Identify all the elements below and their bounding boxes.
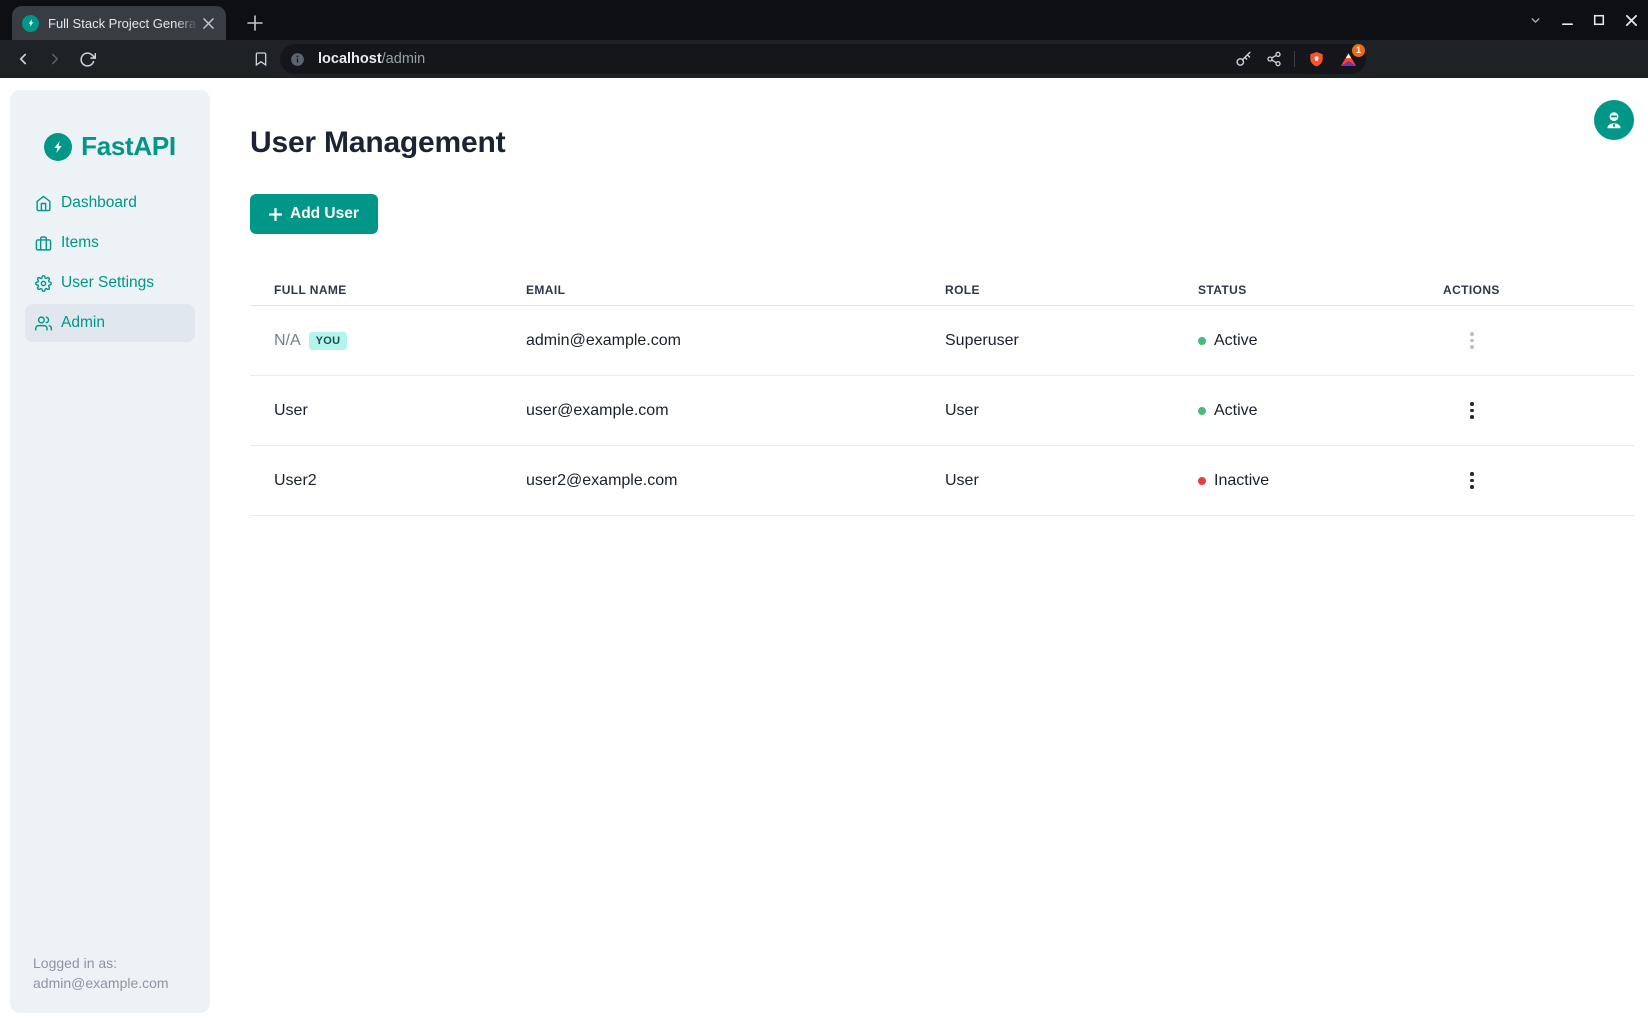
table-row: User2 user2@example.com User Inactive — [250, 446, 1634, 516]
fastapi-favicon-icon — [22, 15, 39, 32]
logged-in-info: Logged in as: admin@example.com — [33, 953, 169, 993]
you-badge: YOU — [309, 332, 348, 350]
row-actions-menu-icon[interactable] — [1463, 470, 1481, 492]
tab-close-icon[interactable] — [198, 13, 218, 33]
col-full-name: FULL NAME — [274, 283, 526, 297]
logged-in-email: admin@example.com — [33, 973, 169, 993]
maximize-icon[interactable] — [1584, 5, 1614, 35]
status-dot — [1198, 337, 1206, 345]
sidebar-item-user-settings[interactable]: User Settings — [25, 264, 195, 302]
user-role: User — [945, 472, 1198, 490]
user-role: User — [945, 402, 1198, 420]
user-email: user2@example.com — [526, 472, 945, 490]
brave-shield-icon[interactable] — [1307, 50, 1326, 69]
gear-icon — [35, 275, 52, 292]
row-actions-menu-icon[interactable] — [1463, 330, 1481, 352]
sidebar-item-label: Dashboard — [61, 194, 137, 212]
window-controls — [1520, 0, 1646, 40]
user-role: Superuser — [945, 332, 1198, 350]
col-role: ROLE — [945, 283, 1198, 297]
table-row: N/A YOU admin@example.com Superuser Acti… — [250, 306, 1634, 376]
tab-search-icon[interactable] — [1520, 5, 1550, 35]
page-title: User Management — [250, 126, 1634, 160]
user-astronaut-icon — [1603, 109, 1625, 131]
table-row: User user@example.com User Active — [250, 376, 1634, 446]
add-user-button[interactable]: Add User — [250, 194, 378, 234]
col-actions: ACTIONS — [1443, 283, 1610, 297]
password-key-icon[interactable] — [1235, 51, 1252, 68]
sidebar-item-dashboard[interactable]: Dashboard — [25, 184, 195, 222]
sidebar-item-admin[interactable]: Admin — [25, 304, 195, 342]
rewards-badge: 1 — [1352, 44, 1365, 57]
bookmark-icon[interactable] — [246, 44, 276, 74]
plus-icon — [269, 208, 282, 221]
url-bar[interactable]: localhost/admin 1 — [280, 44, 1366, 74]
sidebar: FastAPI Dashboard Items User Settings — [10, 90, 210, 1013]
logo-text: FastAPI — [81, 131, 176, 162]
col-email: EMAIL — [526, 283, 945, 297]
col-status: STATUS — [1198, 283, 1443, 297]
users-icon — [35, 315, 52, 332]
user-menu-button[interactable] — [1594, 100, 1634, 140]
sidebar-item-label: Items — [61, 234, 99, 252]
url-host: localhost — [318, 51, 382, 67]
fastapi-bolt-icon — [44, 133, 72, 161]
user-email: user@example.com — [526, 402, 945, 420]
add-user-label: Add User — [290, 205, 359, 223]
row-actions-menu-icon[interactable] — [1463, 400, 1481, 422]
sidebar-nav: Dashboard Items User Settings Admin — [10, 184, 210, 342]
status-label: Inactive — [1214, 472, 1269, 490]
url-text: localhost/admin — [318, 51, 425, 67]
browser-window: Full Stack Project Genera — [0, 0, 1648, 1025]
user-full-name: User — [274, 402, 308, 420]
new-tab-button[interactable] — [240, 8, 270, 38]
url-path: /admin — [382, 51, 426, 67]
forward-icon[interactable] — [40, 44, 70, 74]
main-panel: User Management Add User FULL NAME EMAIL… — [250, 78, 1634, 516]
user-full-name: N/A — [274, 332, 301, 350]
minimize-icon[interactable] — [1552, 5, 1582, 35]
page-content: FastAPI Dashboard Items User Settings — [0, 78, 1648, 1025]
close-window-icon[interactable] — [1616, 5, 1646, 35]
status-dot — [1198, 407, 1206, 415]
browser-toolbar: localhost/admin 1 — [0, 40, 1648, 78]
logged-in-label: Logged in as: — [33, 953, 169, 973]
share-icon[interactable] — [1266, 51, 1282, 67]
user-full-name: User2 — [274, 472, 317, 490]
reload-icon[interactable] — [72, 44, 102, 74]
status-dot — [1198, 477, 1206, 485]
user-email: admin@example.com — [526, 332, 945, 350]
table-header: FULL NAME EMAIL ROLE STATUS ACTIONS — [250, 274, 1634, 306]
divider — [1294, 51, 1295, 67]
site-info-icon[interactable] — [289, 51, 306, 68]
status-label: Active — [1214, 402, 1258, 420]
briefcase-icon — [35, 235, 52, 252]
home-icon — [35, 195, 52, 212]
users-table: FULL NAME EMAIL ROLE STATUS ACTIONS N/A … — [250, 274, 1634, 516]
brave-rewards-icon[interactable]: 1 — [1339, 50, 1358, 69]
sidebar-item-label: User Settings — [61, 274, 154, 292]
sidebar-item-label: Admin — [61, 314, 105, 332]
sidebar-item-items[interactable]: Items — [25, 224, 195, 262]
back-icon[interactable] — [8, 44, 38, 74]
fastapi-logo: FastAPI — [10, 131, 210, 162]
tab-title: Full Stack Project Genera — [48, 16, 198, 31]
status-label: Active — [1214, 332, 1258, 350]
browser-tab[interactable]: Full Stack Project Genera — [12, 6, 226, 40]
browser-tab-strip: Full Stack Project Genera — [0, 0, 1648, 40]
